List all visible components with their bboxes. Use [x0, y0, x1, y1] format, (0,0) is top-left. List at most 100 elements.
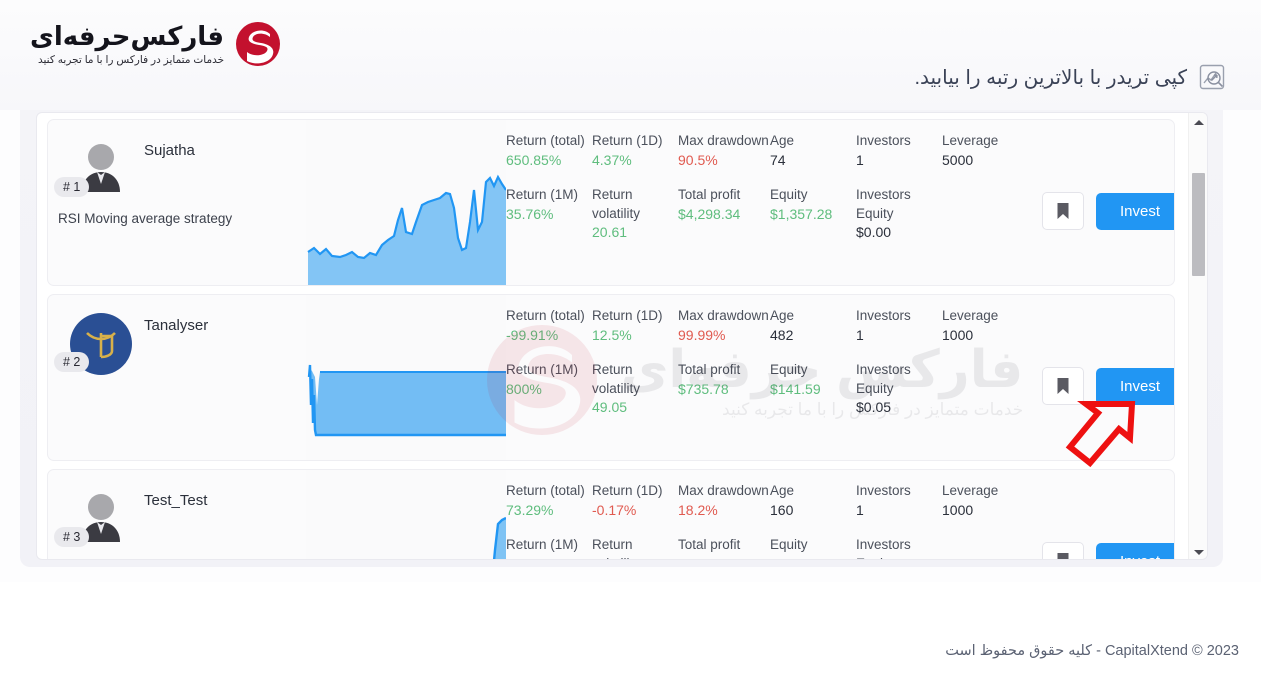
stat-label: Max drawdown [678, 308, 769, 323]
site-footer: 2023 © CapitalXtend - کلیه حقوق محفوظ اس… [0, 582, 1261, 687]
trader-actions: Invest [1028, 120, 1174, 285]
stat-label: Investors [856, 133, 911, 148]
stat-label: Max drawdown [678, 483, 769, 498]
stat-col-return-1d: Return (1D) 12.5% Return volatility 49.0… [592, 303, 678, 460]
stat-value-return-volatility: 20.61 [592, 224, 628, 241]
stat-value-total-profit: $735.78 [678, 380, 729, 397]
scroll-up-button[interactable] [1189, 113, 1207, 131]
stat-label: Equity [770, 361, 808, 377]
stat-col-investors: Investors 1 Investors Equity $0.00 [856, 128, 942, 285]
stat-label: Total profit [678, 361, 741, 377]
rank-badge: # 2 [54, 352, 90, 372]
trader-list-panel: # 1 Sujatha RSI Moving average strategy … [36, 112, 1208, 560]
stat-value-investors-equity: $0.00 [856, 224, 892, 241]
trader-identity-cell: # 1 Sujatha RSI Moving average strategy [48, 120, 306, 285]
stat-value-investors-equity: $0.05 [856, 399, 892, 416]
stat-label: Return (1M) [506, 536, 579, 552]
stat-value-investors: 1 [856, 151, 864, 168]
swoosh-s-logo-icon [236, 22, 281, 66]
stat-label: Investors Equity [856, 361, 911, 396]
stat-value-return-1d: 4.37% [592, 151, 632, 168]
stat-label: Return (total) [506, 133, 585, 148]
stat-col-max-drawdown: Max drawdown 99.99% Total profit $735.78 [678, 303, 770, 460]
bookmark-icon [1057, 553, 1069, 559]
stat-label: Investors [856, 308, 911, 323]
stat-label: Return (1D) [592, 308, 663, 323]
rank-badge: # 3 [54, 527, 90, 547]
stat-label: Return volatility [592, 361, 641, 396]
bookmark-button[interactable] [1042, 192, 1084, 230]
trader-name[interactable]: Sujatha [144, 142, 195, 159]
stat-label: Leverage [942, 483, 999, 498]
stat-label: Equity [770, 186, 808, 202]
stat-value-age: 482 [770, 326, 794, 343]
stat-value-return-1m: 800% [506, 380, 542, 397]
avatar: # 3 [54, 488, 132, 550]
scrollbar-thumb[interactable] [1192, 173, 1205, 276]
avatar: # 1 [54, 138, 132, 200]
stat-col-return-total: Return (total) 650.85% Return (1M) 35.76… [506, 128, 592, 285]
stat-col-max-drawdown: Max drawdown 18.2% Total profit [678, 478, 770, 559]
copyright-text: 2023 © CapitalXtend - کلیه حقوق محفوظ اس… [945, 643, 1239, 659]
stat-label: Return volatility [592, 536, 640, 559]
stat-label: Max drawdown [678, 133, 769, 148]
stat-col-return-total: Return (total) -99.91% Return (1M) 800% [506, 303, 592, 460]
stat-label: Return (1M) [506, 186, 579, 202]
stat-value-total-profit: $4,298.34 [678, 205, 741, 222]
end-spike-area-chart-icon [492, 516, 506, 559]
stat-value-leverage: 1000 [942, 326, 974, 343]
trader-card[interactable]: # 1 Sujatha RSI Moving average strategy … [47, 119, 1175, 286]
stat-value-max-drawdown: 99.99% [678, 326, 726, 343]
chart-search-icon [1199, 64, 1225, 90]
stat-label: Return (1D) [592, 133, 663, 148]
stat-label: Return (1M) [506, 361, 579, 377]
stat-value-age: 160 [770, 501, 794, 518]
stat-col-max-drawdown: Max drawdown 90.5% Total profit $4,298.3… [678, 128, 770, 285]
trader-name[interactable]: Test_Test [144, 492, 207, 509]
stat-col-leverage: Leverage 5000 [942, 128, 1028, 285]
flat-block-area-chart-icon [307, 364, 506, 437]
performance-chart [306, 470, 506, 559]
logo-title: فارکس‌حرفه‌ای [30, 21, 225, 52]
stat-label: Return (1D) [592, 483, 663, 498]
rank-badge: # 1 [54, 177, 90, 197]
invest-button[interactable]: Invest [1096, 367, 1174, 405]
stat-label: Total profit [678, 536, 741, 552]
logo-subtitle: خدمات متمایز در فارکس را با ما تجربه کنی… [38, 53, 225, 66]
stat-col-return-total: Return (total) 73.29% Return (1M) [506, 478, 592, 559]
bookmark-button[interactable] [1042, 367, 1084, 405]
stat-value-investors: 1 [856, 501, 864, 518]
trader-stats: Return (total) 73.29% Return (1M) Return… [506, 470, 1028, 559]
trader-list: # 1 Sujatha RSI Moving average strategy … [37, 113, 1189, 559]
site-header: فارکس‌حرفه‌ای خدمات متمایز در فارکس را ب… [0, 0, 1261, 110]
stat-col-age: Age 160 Equity [770, 478, 856, 559]
stat-value-return-1m: 35.76% [506, 205, 554, 222]
strategy-name: RSI Moving average strategy [58, 211, 233, 226]
invest-button[interactable]: Invest [1096, 192, 1174, 230]
scroll-down-button[interactable] [1189, 543, 1207, 559]
stat-label: Investors Equity [856, 186, 911, 221]
stat-label: Return volatility [592, 186, 641, 221]
stat-value-max-drawdown: 18.2% [678, 501, 718, 518]
bookmark-icon [1057, 203, 1069, 219]
trader-name[interactable]: Tanalyser [144, 317, 208, 334]
trader-card[interactable]: # 3 Test_Test Return (total) 73.29% Retu… [47, 469, 1175, 559]
invest-button[interactable]: Invest [1096, 542, 1174, 559]
stat-value-return-1d: 12.5% [592, 326, 632, 343]
page-root: فارکس‌حرفه‌ای خدمات متمایز در فارکس را ب… [0, 0, 1261, 687]
stat-value-equity: $1,357.28 [770, 205, 833, 222]
stat-label: Age [770, 133, 795, 148]
bookmark-button[interactable] [1042, 542, 1084, 559]
stat-label: Investors [856, 483, 911, 498]
trader-identity-cell: # 3 Test_Test [48, 470, 306, 559]
stat-value-investors: 1 [856, 326, 864, 343]
stat-value-return-total: 73.29% [506, 501, 554, 518]
trader-actions: Invest [1028, 295, 1174, 460]
list-scrollbar[interactable] [1188, 113, 1207, 559]
trader-card[interactable]: # 2 Tanalyser Return (total) -99.91% Ret… [47, 294, 1175, 461]
stat-col-leverage: Leverage 1000 [942, 478, 1028, 559]
stat-col-leverage: Leverage 1000 [942, 303, 1028, 460]
trader-stats: Return (total) -99.91% Return (1M) 800% … [506, 295, 1028, 460]
site-logo[interactable]: فارکس‌حرفه‌ای خدمات متمایز در فارکس را ب… [30, 18, 284, 70]
stat-col-return-1d: Return (1D) -0.17% Return volatility [592, 478, 678, 559]
